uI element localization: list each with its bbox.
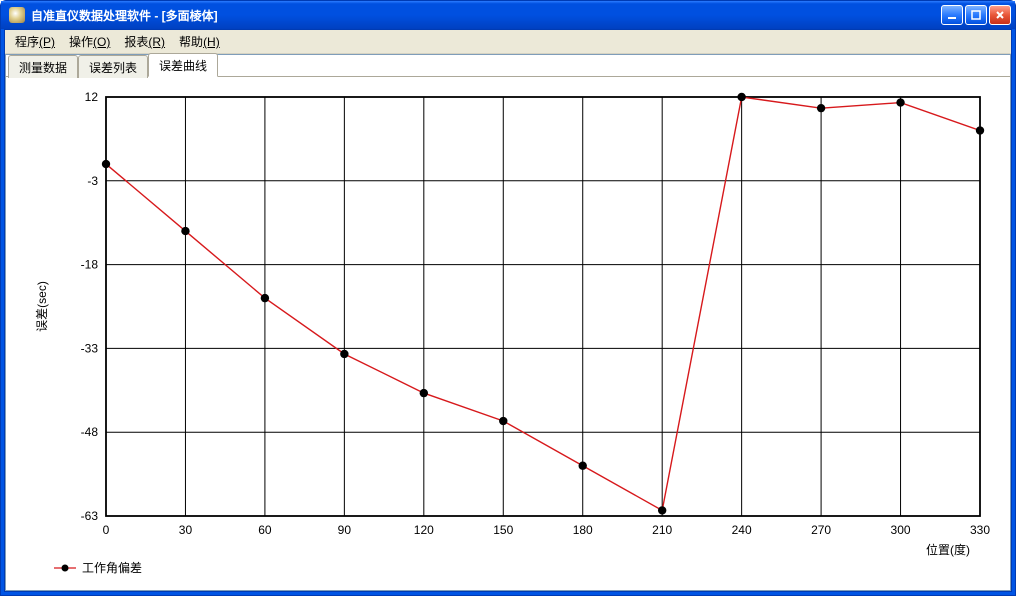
- svg-text:12: 12: [85, 90, 99, 104]
- svg-text:330: 330: [970, 523, 990, 537]
- svg-text:120: 120: [414, 523, 434, 537]
- maximize-button[interactable]: [965, 5, 987, 25]
- svg-text:90: 90: [338, 523, 352, 537]
- svg-text:30: 30: [179, 523, 193, 537]
- tab-measure-data[interactable]: 测量数据: [8, 55, 78, 78]
- content: 测量数据 误差列表 误差曲线 0 30 60 90 120 150 180 210 240 270…: [5, 54, 1011, 591]
- close-button[interactable]: [989, 5, 1011, 25]
- menu-program[interactable]: 程序(P): [15, 33, 55, 50]
- window-title: 自准直仪数据处理软件 - [多面棱体]: [31, 7, 941, 24]
- svg-text:180: 180: [573, 523, 593, 537]
- menu-operate[interactable]: 操作(O): [69, 33, 110, 50]
- menu-help[interactable]: 帮助(H): [179, 33, 220, 50]
- svg-text:-18: -18: [81, 258, 99, 272]
- title-bar: 自准直仪数据处理软件 - [多面棱体]: [1, 1, 1015, 29]
- menu-report[interactable]: 报表(R): [124, 33, 165, 50]
- tab-error-curve[interactable]: 误差曲线: [148, 53, 218, 77]
- window-controls: [941, 5, 1011, 25]
- svg-text:240: 240: [732, 523, 752, 537]
- svg-text:误差(sec): 误差(sec): [35, 281, 49, 332]
- minimize-button[interactable]: [941, 5, 963, 25]
- tab-strip: 测量数据 误差列表 误差曲线: [6, 55, 1010, 77]
- svg-text:工作角偏差: 工作角偏差: [82, 560, 142, 575]
- svg-text:位置(度): 位置(度): [926, 542, 970, 557]
- tab-error-list[interactable]: 误差列表: [78, 55, 148, 78]
- chart-area: 0 30 60 90 120 150 180 210 240 270 300 330 12 -3 -18 -3…: [6, 77, 1010, 590]
- app-icon: [9, 7, 25, 23]
- svg-text:270: 270: [811, 523, 831, 537]
- svg-text:-3: -3: [87, 174, 98, 188]
- svg-text:150: 150: [493, 523, 513, 537]
- menu-bar: 程序(P) 操作(O) 报表(R) 帮助(H): [5, 30, 1011, 54]
- svg-text:60: 60: [258, 523, 272, 537]
- svg-text:-63: -63: [81, 509, 99, 523]
- svg-text:-33: -33: [81, 341, 99, 355]
- svg-text:0: 0: [103, 523, 110, 537]
- svg-text:300: 300: [891, 523, 911, 537]
- client-area: 程序(P) 操作(O) 报表(R) 帮助(H) 测量数据 误差列表 误差曲线 0…: [4, 29, 1012, 592]
- app-window: 自准直仪数据处理软件 - [多面棱体] 程序(P) 操作(O) 报表(R): [0, 0, 1016, 596]
- svg-text:210: 210: [652, 523, 672, 537]
- svg-text:-48: -48: [81, 425, 99, 439]
- chart-canvas: 0 30 60 90 120 150 180 210 240 270 300 330 12 -3 -18 -3…: [6, 77, 1010, 590]
